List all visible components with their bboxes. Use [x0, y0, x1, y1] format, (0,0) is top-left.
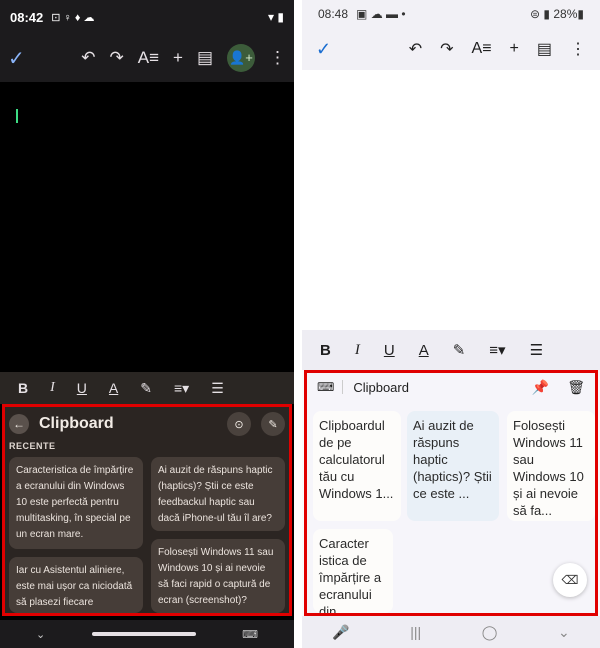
clipboard-item[interactable]: Iar cu Asistentul aliniere, este mai ușo…	[9, 557, 143, 613]
status-bar: 08:42 ⊡ ♀ ♦ ☁ ▾ ▮	[0, 0, 294, 34]
clipboard-item[interactable]: Clipboardul de pe calculatorul tău cu Wi…	[313, 411, 401, 521]
right-phone-screen: 08:48 ▣ ☁ ▬ • ⊜ ▮ 28%▮ ✓ ↶ ↷ A≡ + ▤ ⋮ B …	[302, 0, 600, 648]
text-cursor	[16, 109, 18, 123]
list-icon[interactable]: ☰	[211, 380, 224, 397]
notification-icons: ⊡ ♀ ♦ ☁	[51, 11, 95, 24]
clipboard-item[interactable]: Caracteristica de împărțire a ecranului …	[9, 457, 143, 549]
status-time: 08:42	[10, 9, 44, 25]
navigation-bar: 🎤 ||| ◯ ⌄	[302, 616, 600, 648]
clipboard-item[interactable]: Folosești Windows 11 sau Windows 10 și a…	[151, 539, 285, 613]
more-options-icon[interactable]: ⋮	[570, 39, 586, 59]
section-label: RECENTE	[9, 441, 56, 451]
italic-icon[interactable]: I	[355, 342, 360, 359]
text-color-icon[interactable]: A	[109, 380, 118, 396]
keyboard-icon[interactable]: ⌨	[317, 380, 344, 394]
clipboard-header: ⌨ Clipboard 📌 🗑	[307, 373, 595, 401]
add-icon[interactable]: +	[510, 40, 519, 58]
clipboard-item[interactable]: Ai auzit de răspuns haptic (haptics)? Șt…	[151, 457, 285, 531]
document-editor[interactable]	[302, 70, 600, 330]
formatting-bar: B I U A ✎ ≡▾ ☰	[0, 372, 294, 404]
status-time: 08:48	[318, 7, 349, 21]
clipboard-header: ← Clipboard ⊙ ✎	[5, 407, 289, 441]
left-phone-screen: 08:42 ⊡ ♀ ♦ ☁ ▾ ▮ ✓ ↶ ↷ A≡ + ▤ 👤+ ⋮ B I …	[0, 0, 294, 648]
docs-toolbar: ✓ ↶ ↷ A≡ + ▤ ⋮	[302, 28, 600, 70]
back-icon[interactable]: ⌄	[558, 624, 570, 641]
align-icon[interactable]: ≡▾	[174, 380, 189, 397]
recents-icon[interactable]: |||	[410, 624, 421, 640]
text-format-icon[interactable]: A≡	[472, 40, 492, 58]
backspace-icon[interactable]: ⌫	[553, 563, 587, 597]
pin-icon[interactable]: 📌	[532, 379, 549, 396]
clipboard-panel: ⌨ Clipboard 📌 🗑 Clipboardul de pe calcul…	[304, 370, 598, 616]
signal-battery-icons: ▾ ▮	[268, 10, 284, 24]
document-editor[interactable]	[0, 82, 294, 372]
status-bar: 08:48 ▣ ☁ ▬ • ⊜ ▮ 28%▮	[302, 0, 600, 28]
highlight-icon[interactable]: ✎	[140, 380, 152, 397]
bold-icon[interactable]: B	[18, 380, 28, 396]
done-check-icon[interactable]: ✓	[8, 46, 38, 71]
navigation-bar: ⌄ ⌨	[0, 620, 294, 648]
clipboard-item[interactable]: Ai auzit de răspuns haptic (haptics)? Șt…	[407, 411, 499, 521]
bold-icon[interactable]: B	[320, 342, 331, 359]
clipboard-title: Clipboard	[353, 379, 409, 395]
home-gesture-bar[interactable]	[91, 632, 196, 636]
notification-icons: ▣ ☁ ▬ •	[356, 7, 406, 21]
back-arrow-icon[interactable]: ←	[9, 414, 29, 434]
hide-keyboard-icon[interactable]: ⌄	[36, 628, 45, 641]
home-icon[interactable]: ◯	[482, 624, 498, 641]
undo-icon[interactable]: ↶	[409, 39, 422, 59]
underline-icon[interactable]: U	[384, 342, 395, 359]
highlight-icon[interactable]: ✎	[453, 341, 466, 359]
redo-icon[interactable]: ↷	[109, 48, 123, 68]
comment-icon[interactable]: ▤	[197, 48, 213, 68]
comment-icon[interactable]: ▤	[537, 39, 552, 59]
clipboard-item[interactable]: Caracter istica de împărțire a ecranului…	[313, 529, 393, 613]
toggle-icon[interactable]: ⊙	[227, 412, 251, 436]
add-icon[interactable]: +	[173, 48, 183, 68]
edit-pencil-icon[interactable]: ✎	[261, 412, 285, 436]
list-icon[interactable]: ☰	[530, 341, 543, 359]
undo-icon[interactable]: ↶	[81, 48, 95, 68]
keyboard-switch-icon[interactable]: ⌨	[242, 628, 258, 641]
mic-icon[interactable]: 🎤	[332, 624, 349, 641]
clipboard-title: Clipboard	[39, 415, 114, 432]
italic-icon[interactable]: I	[50, 380, 55, 396]
underline-icon[interactable]: U	[77, 380, 87, 396]
clipboard-panel: ← Clipboard ⊙ ✎ RECENTE Caracteristica d…	[2, 404, 292, 616]
trash-icon[interactable]: 🗑	[567, 379, 585, 396]
text-color-icon[interactable]: A	[419, 342, 429, 359]
done-check-icon[interactable]: ✓	[316, 39, 346, 60]
more-options-icon[interactable]: ⋮	[269, 48, 286, 68]
docs-toolbar: ✓ ↶ ↷ A≡ + ▤ 👤+ ⋮	[0, 34, 294, 82]
formatting-bar: B I U A ✎ ≡▾ ☰	[302, 330, 600, 370]
clipboard-item[interactable]: Folosești Windows 11 sau Windows 10 și a…	[507, 411, 595, 521]
redo-icon[interactable]: ↷	[440, 39, 453, 59]
signal-battery-icons: ⊜ ▮ 28%▮	[530, 7, 584, 21]
align-icon[interactable]: ≡▾	[489, 341, 505, 359]
text-format-icon[interactable]: A≡	[138, 48, 159, 68]
share-icon[interactable]: 👤+	[227, 44, 255, 72]
